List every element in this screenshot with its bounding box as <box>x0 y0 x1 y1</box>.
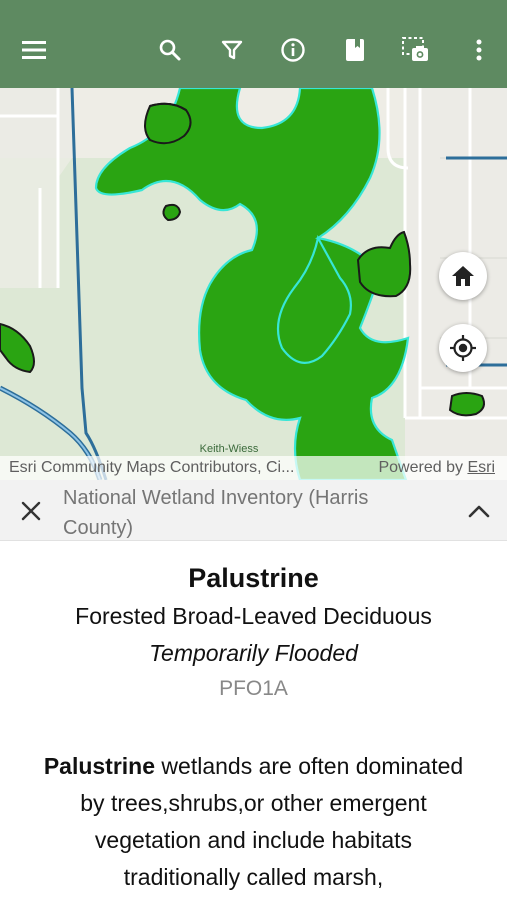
search-icon[interactable] <box>150 30 190 70</box>
collapse-button[interactable] <box>462 496 496 526</box>
bookmark-icon[interactable] <box>335 30 375 70</box>
popup-layer-title: National Wetland Inventory (Harris Count… <box>63 487 369 539</box>
wetland-description: Palustrine wetlands are often dominated … <box>39 748 469 896</box>
close-icon <box>21 501 41 521</box>
hamburger-menu-icon[interactable] <box>14 30 54 70</box>
app-toolbar <box>0 0 507 88</box>
attribution-sources[interactable]: Esri Community Maps Contributors, Ci... <box>9 456 294 480</box>
filter-icon[interactable] <box>212 30 252 70</box>
locate-button[interactable] <box>439 324 487 372</box>
map-attribution: Esri Community Maps Contributors, Ci... … <box>0 456 507 480</box>
water-regime: Temporarily Flooded <box>149 640 358 666</box>
map-canvas: Keith-Wiess <box>0 88 507 480</box>
wetland-code: PFO1A <box>219 677 288 700</box>
map-screenshot-icon[interactable] <box>396 30 436 70</box>
popup-body: Palustrine Forested Broad-Leaved Deciduo… <box>0 541 507 900</box>
powered-by: Powered by Esri <box>378 456 495 480</box>
wetland-system: Palustrine <box>188 563 319 593</box>
wetland-class: Forested Broad-Leaved Deciduous <box>75 603 432 629</box>
chevron-up-icon <box>468 505 490 518</box>
gps-locate-icon <box>450 335 476 361</box>
popup-header: National Wetland Inventory (Harris Count… <box>0 480 507 541</box>
home-button[interactable] <box>439 252 487 300</box>
map-view[interactable]: Keith-Wiess <box>0 88 507 480</box>
close-button[interactable] <box>16 496 46 526</box>
info-icon[interactable] <box>273 30 313 70</box>
esri-link[interactable]: Esri <box>467 459 495 476</box>
home-icon <box>452 266 474 286</box>
description-term: Palustrine <box>43 753 156 779</box>
powered-by-label: Powered by <box>378 459 463 476</box>
more-vertical-icon[interactable] <box>459 30 499 70</box>
road-label: Keith-Wiess <box>200 443 259 455</box>
